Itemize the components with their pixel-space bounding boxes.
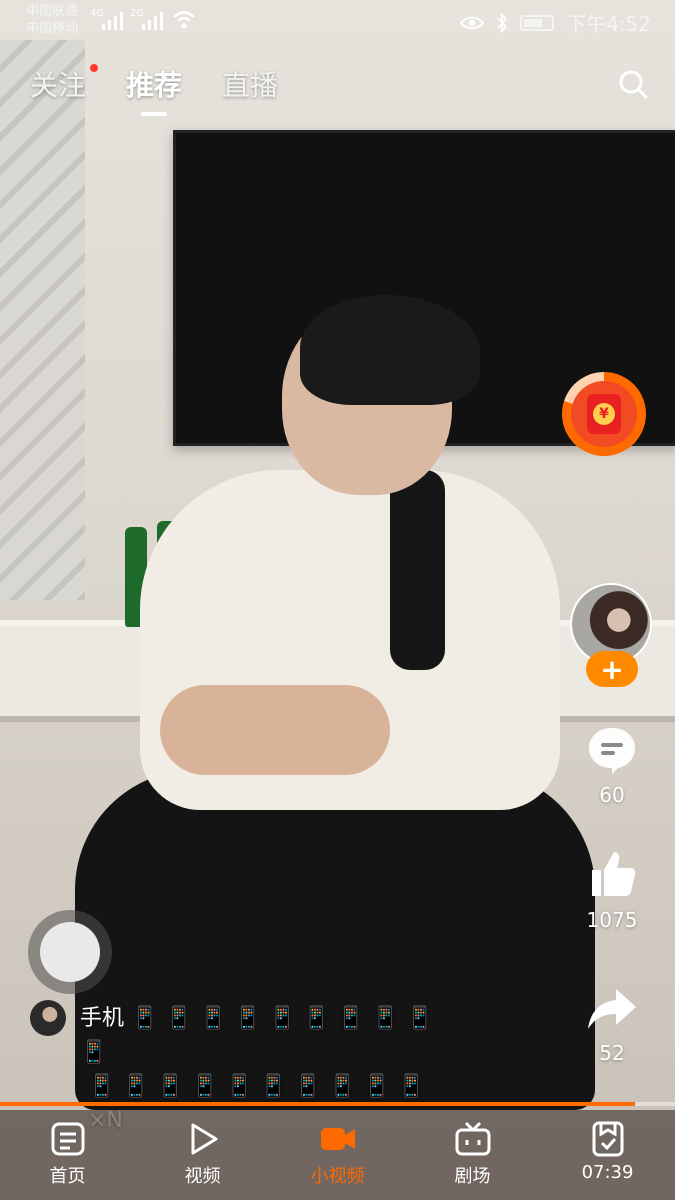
person-hands xyxy=(160,685,390,775)
tab-following-label: 关注 xyxy=(30,69,87,102)
nav-theater[interactable]: 剧场 xyxy=(405,1110,540,1200)
like-button[interactable]: 1075 xyxy=(580,848,644,932)
comment-count: 60 xyxy=(599,783,625,807)
tv-icon xyxy=(455,1121,490,1156)
red-packet-inner: ¥ xyxy=(571,381,637,447)
notification-dot xyxy=(90,64,99,72)
signal-icon xyxy=(142,10,163,30)
share-count: 52 xyxy=(599,1041,625,1065)
nav-theater-label: 剧场 xyxy=(454,1166,491,1187)
wifi-icon xyxy=(173,11,195,29)
video-progress-fill xyxy=(0,1102,635,1106)
status-right: 下午4:52 xyxy=(460,8,651,37)
small-video-icon xyxy=(320,1128,355,1150)
share-arrow-icon xyxy=(588,989,636,1029)
like-count: 1075 xyxy=(586,908,638,932)
nav-task-timer[interactable]: 07:39 xyxy=(540,1110,675,1200)
eye-icon xyxy=(460,16,485,29)
nav-small-video-label: 小视频 xyxy=(310,1166,365,1187)
home-icon xyxy=(51,1122,84,1156)
background-mirror xyxy=(0,40,85,600)
yuan-icon: ¥ xyxy=(593,403,615,425)
thumbs-up-icon xyxy=(592,852,636,896)
person-scarf xyxy=(390,470,445,670)
caption-line-1: 手机 📱 📱 📱 📱 📱 📱 📱 📱 📱 📱 xyxy=(80,1006,434,1065)
signal-icon xyxy=(102,10,123,30)
nav-home[interactable]: 首页 xyxy=(0,1110,135,1200)
video-feed-screen[interactable]: 中国联通 中国移动 4G 2G 下午4:52 关注 推荐 直播 ¥ + 60 1… xyxy=(0,0,675,1200)
nav-home-label: 首页 xyxy=(49,1166,86,1187)
follow-plus-button[interactable]: + xyxy=(586,651,638,687)
status-time: 下午4:52 xyxy=(566,12,651,36)
nav-small-video[interactable]: 小视频 xyxy=(270,1110,405,1200)
nav-timer-label: 07:39 xyxy=(581,1162,634,1183)
video-progress-bar[interactable] xyxy=(0,1102,675,1106)
bottom-nav: 首页 视频 小视频 剧场 07:39 xyxy=(0,1110,675,1200)
bluetooth-icon xyxy=(497,12,508,33)
red-packet-button[interactable]: ¥ xyxy=(562,372,646,456)
red-packet-icon: ¥ xyxy=(587,394,621,434)
play-icon xyxy=(191,1123,217,1155)
person-hair xyxy=(300,295,480,405)
music-disc-icon xyxy=(40,922,100,982)
carrier-info: 中国联通 中国移动 xyxy=(26,3,78,37)
comment-icon xyxy=(589,728,635,774)
tab-recommended-label: 推荐 xyxy=(126,69,183,102)
share-button[interactable]: 52 xyxy=(580,985,644,1065)
nav-video[interactable]: 视频 xyxy=(135,1110,270,1200)
author-avatar[interactable] xyxy=(30,1000,66,1036)
status-bar: 中国联通 中国移动 4G 2G 下午4:52 xyxy=(0,0,675,42)
carrier-2: 中国移动 xyxy=(26,21,79,36)
task-icon xyxy=(592,1121,623,1157)
tab-following[interactable]: 关注 xyxy=(30,64,99,104)
tab-live-label: 直播 xyxy=(222,69,279,102)
carrier-1: 中国联通 xyxy=(26,4,79,19)
music-disc-button[interactable] xyxy=(28,910,112,994)
tab-live[interactable]: 直播 xyxy=(222,64,278,104)
top-tabs: 关注 推荐 直播 xyxy=(30,64,278,104)
search-icon[interactable] xyxy=(617,68,649,100)
nav-video-label: 视频 xyxy=(184,1166,221,1187)
tab-recommended[interactable]: 推荐 xyxy=(126,64,182,104)
battery-icon xyxy=(520,14,555,31)
comment-button[interactable]: 60 xyxy=(580,725,644,807)
